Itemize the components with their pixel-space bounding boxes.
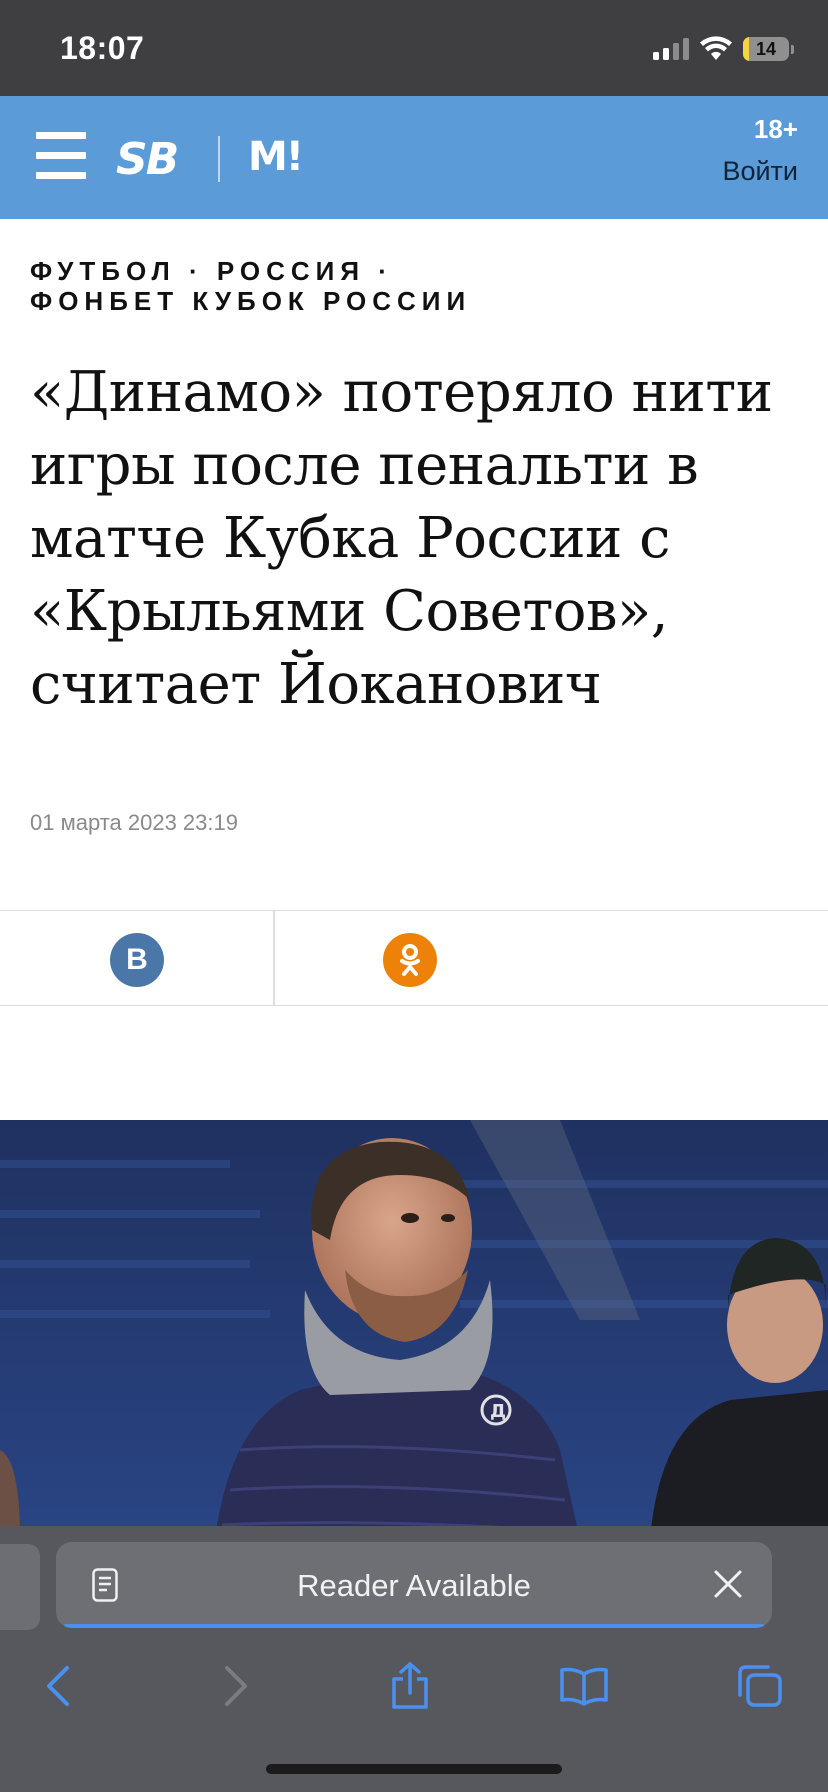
- home-indicator: [266, 1764, 562, 1774]
- status-bar: 18:07 14: [0, 0, 828, 96]
- battery-percent: 14: [755, 38, 777, 59]
- battery-icon: 14: [743, 37, 789, 61]
- share-icon: [392, 1662, 428, 1709]
- close-icon[interactable]: [710, 1566, 746, 1602]
- chevron-right-icon: [225, 1666, 247, 1706]
- m-logo[interactable]: M!: [248, 134, 304, 180]
- tabs-button[interactable]: [730, 1656, 790, 1716]
- share-ok-button[interactable]: [383, 933, 437, 987]
- login-link[interactable]: Войти: [722, 156, 798, 187]
- cellular-signal-icon: [653, 38, 689, 60]
- rubric-link-football[interactable]: Футбол: [30, 256, 176, 286]
- article-photo: Д: [0, 1120, 828, 1540]
- previous-tab-peek[interactable]: [0, 1544, 40, 1630]
- reader-available-label: Reader Available: [297, 1568, 531, 1603]
- status-time: 18:07: [60, 30, 145, 66]
- wifi-icon: [700, 36, 732, 60]
- vk-icon: В: [126, 943, 148, 976]
- share-vk-button[interactable]: В: [110, 933, 164, 987]
- coach-photo-illustration: Д: [0, 1120, 828, 1540]
- back-button[interactable]: [28, 1656, 88, 1716]
- share-row: В: [0, 910, 828, 1006]
- site-header: SB M! 18+ Войти: [0, 96, 828, 219]
- battery-tip: [791, 44, 794, 54]
- status-icons: 14: [653, 34, 794, 64]
- share-divider: [273, 911, 275, 1005]
- article-title: «Динамо» потеряло нити игры после пеналь…: [30, 360, 773, 717]
- share-button[interactable]: [380, 1656, 440, 1716]
- rubric-separator: ·: [378, 256, 393, 286]
- chevron-left-icon: [47, 1666, 69, 1706]
- sb-logo[interactable]: SB: [116, 134, 179, 185]
- svg-text:Д: Д: [490, 1401, 506, 1422]
- book-icon: [560, 1667, 608, 1706]
- forward-button[interactable]: [206, 1656, 266, 1716]
- age-rating-badge: 18+: [753, 114, 798, 144]
- rubric-link-russia[interactable]: Россия: [217, 256, 365, 286]
- reader-banner[interactable]: Reader Available: [56, 1542, 772, 1628]
- logo-divider: [218, 136, 220, 182]
- article-date: 01 марта 2023 23:19: [30, 810, 238, 835]
- article-rubrics: Футбол · Россия · Фонбет Кубок России: [30, 256, 790, 316]
- bookmarks-button[interactable]: [554, 1656, 614, 1716]
- safari-toolbar: Reader Available: [0, 1526, 828, 1792]
- rubric-link-cup[interactable]: Фонбет Кубок России: [30, 286, 471, 316]
- page-load-progress: [64, 1624, 764, 1628]
- odnoklassniki-icon: [400, 944, 420, 976]
- menu-icon[interactable]: [36, 132, 86, 182]
- tabs-icon: [738, 1665, 782, 1707]
- rubric-separator: ·: [189, 256, 204, 286]
